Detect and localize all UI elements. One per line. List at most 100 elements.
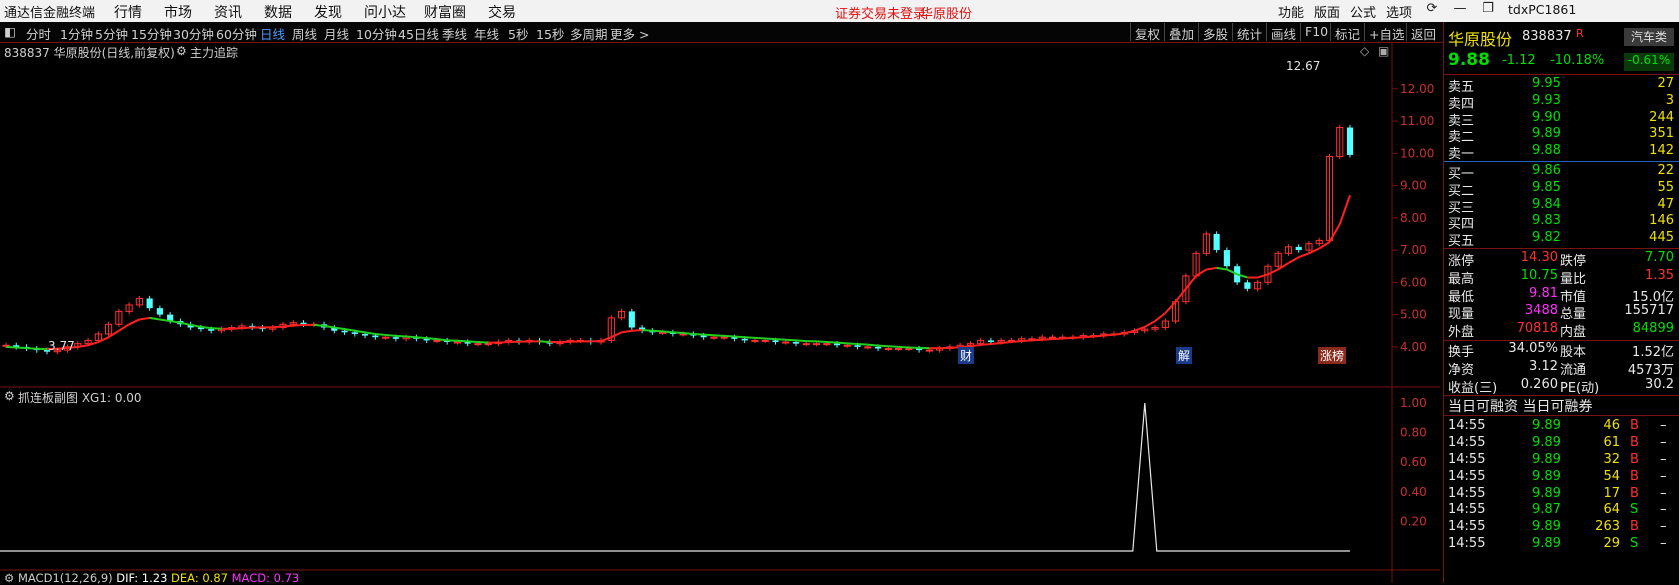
period-15min[interactable]: 15分钟 <box>131 24 172 43</box>
period-15sec[interactable]: 15秒 <box>536 24 564 43</box>
period-60min[interactable]: 60分钟 <box>216 24 257 43</box>
candle-body[interactable] <box>875 347 881 349</box>
btn-adjust[interactable]: 复权 <box>1130 23 1164 41</box>
bid-row[interactable]: 买二 9.85 55 <box>1446 180 1678 198</box>
candle-body[interactable] <box>752 340 758 341</box>
candle-body[interactable] <box>1224 250 1230 266</box>
period-monthly[interactable]: 月线 <box>324 24 349 43</box>
bid-row[interactable]: 买三 9.84 47 <box>1446 197 1678 215</box>
stock-link[interactable]: 华原股份 <box>920 3 972 22</box>
btn-stats[interactable]: 统计 <box>1232 23 1266 41</box>
candle-body[interactable] <box>896 348 902 349</box>
menu-layout[interactable]: 版面 <box>1314 2 1340 21</box>
period-quarter[interactable]: 季线 <box>442 24 467 43</box>
candle-body[interactable] <box>393 337 399 339</box>
candle-body[interactable] <box>762 340 768 341</box>
candle-body[interactable] <box>454 342 460 343</box>
candle-body[interactable] <box>1296 247 1302 250</box>
menu-item-quotes[interactable]: 行情 <box>114 2 142 22</box>
btn-add-watch[interactable]: +自选 <box>1364 23 1408 41</box>
candle-body[interactable] <box>906 348 912 349</box>
candle-body[interactable] <box>742 339 748 341</box>
refresh-icon[interactable]: ⟳ <box>1420 1 1444 21</box>
candle-body[interactable] <box>372 336 378 338</box>
candle-body[interactable] <box>147 298 153 308</box>
period-30min[interactable]: 30分钟 <box>173 24 214 43</box>
event-marker-finance[interactable]: 财 <box>958 347 974 364</box>
menu-item-ask[interactable]: 问小达 <box>364 2 406 22</box>
period-more[interactable]: 更多 > <box>610 24 649 43</box>
candle-body[interactable] <box>772 340 778 342</box>
login-notice[interactable]: 证券交易未登录 <box>835 3 926 22</box>
bid-row[interactable]: 买一 9.86 22 <box>1446 163 1678 181</box>
btn-overlay[interactable]: 叠加 <box>1164 23 1198 41</box>
candle-body[interactable] <box>434 340 440 341</box>
sector-badge[interactable]: 汽车类 <box>1624 28 1674 46</box>
btn-back[interactable]: 返回 <box>1406 23 1440 41</box>
period-45day[interactable]: 45日线 <box>398 24 439 43</box>
candle-body[interactable] <box>1347 128 1353 155</box>
btn-f10[interactable]: F10 <box>1300 23 1332 41</box>
minimize-icon[interactable]: — <box>1448 1 1472 21</box>
candle-body[interactable] <box>926 350 932 351</box>
candle-body[interactable] <box>711 337 717 338</box>
candle-body[interactable] <box>988 340 994 342</box>
kline-chart-area[interactable]: 12.0011.0010.009.008.007.006.005.004.00 … <box>0 43 1440 583</box>
menu-item-wealth[interactable]: 财富圈 <box>424 2 466 22</box>
candle-body[interactable] <box>701 336 707 338</box>
ask-row[interactable]: 卖四 9.93 3 <box>1446 93 1678 111</box>
period-multi[interactable]: 多周期 <box>570 24 608 43</box>
ask-row[interactable]: 卖二 9.89 351 <box>1446 126 1678 144</box>
candle-body[interactable] <box>721 337 727 338</box>
period-1min[interactable]: 1分钟 <box>60 24 93 43</box>
ask-row[interactable]: 卖五 9.95 27 <box>1446 76 1678 94</box>
candle-body[interactable] <box>844 345 850 346</box>
candle-body[interactable] <box>208 329 214 331</box>
period-5min[interactable]: 5分钟 <box>95 24 128 43</box>
btn-mark[interactable]: 标记 <box>1330 23 1364 41</box>
bid-row[interactable]: 买四 9.83 146 <box>1446 213 1678 231</box>
candle-body[interactable] <box>485 344 491 345</box>
candle-body[interactable] <box>824 344 830 345</box>
margin-row[interactable]: 当日可融资 当日可融券 <box>1446 396 1678 414</box>
gear-icon[interactable]: ⚙ <box>176 44 187 58</box>
candle-body[interactable] <box>783 342 789 343</box>
menu-item-news[interactable]: 资讯 <box>214 2 242 22</box>
ask-row[interactable]: 卖一 9.88 142 <box>1446 143 1678 161</box>
candle-body[interactable] <box>854 345 860 347</box>
menu-item-trade[interactable]: 交易 <box>488 2 516 22</box>
candle-body[interactable] <box>341 331 347 333</box>
bid-row[interactable]: 买五 9.82 445 <box>1446 230 1678 248</box>
restore-icon[interactable]: ❐ <box>1476 1 1500 21</box>
menu-function[interactable]: 功能 <box>1278 2 1304 21</box>
candle-body[interactable] <box>157 308 163 314</box>
candle-body[interactable] <box>475 344 481 345</box>
menu-formula[interactable]: 公式 <box>1350 2 1376 21</box>
square-icon[interactable]: ▣ <box>1378 44 1389 58</box>
period-10min[interactable]: 10分钟 <box>356 24 397 43</box>
candle-body[interactable] <box>1244 282 1250 288</box>
candle-body[interactable] <box>885 348 891 349</box>
event-marker-unlock[interactable]: 解 <box>1176 347 1192 364</box>
menu-item-market[interactable]: 市场 <box>164 2 192 22</box>
event-marker-limitup[interactable]: 涨榜 <box>1318 347 1346 364</box>
candle-body[interactable] <box>834 344 840 346</box>
candle-body[interactable] <box>352 332 358 334</box>
menu-options[interactable]: 选项 <box>1386 2 1412 21</box>
panel-toggle-icon[interactable]: ◧ <box>4 24 16 39</box>
candle-body[interactable] <box>362 334 368 336</box>
period-timeshare[interactable]: 分时 <box>26 24 51 43</box>
candle-body[interactable] <box>803 344 809 345</box>
menu-item-discover[interactable]: 发现 <box>314 2 342 22</box>
indicator-name[interactable]: 主力追踪 <box>190 44 238 61</box>
chart-svg[interactable]: 12.0011.0010.009.008.007.006.005.004.00 … <box>0 43 1440 583</box>
candle-body[interactable] <box>383 337 389 338</box>
period-weekly[interactable]: 周线 <box>292 24 317 43</box>
btn-multi-stock[interactable]: 多股 <box>1198 23 1232 41</box>
candle-body[interactable] <box>629 311 635 327</box>
candle-body[interactable] <box>865 347 871 348</box>
menu-item-data[interactable]: 数据 <box>264 2 292 22</box>
candle-body[interactable] <box>813 344 819 345</box>
sub-header-icon[interactable]: ⚙ <box>4 389 15 403</box>
period-year[interactable]: 年线 <box>474 24 499 43</box>
